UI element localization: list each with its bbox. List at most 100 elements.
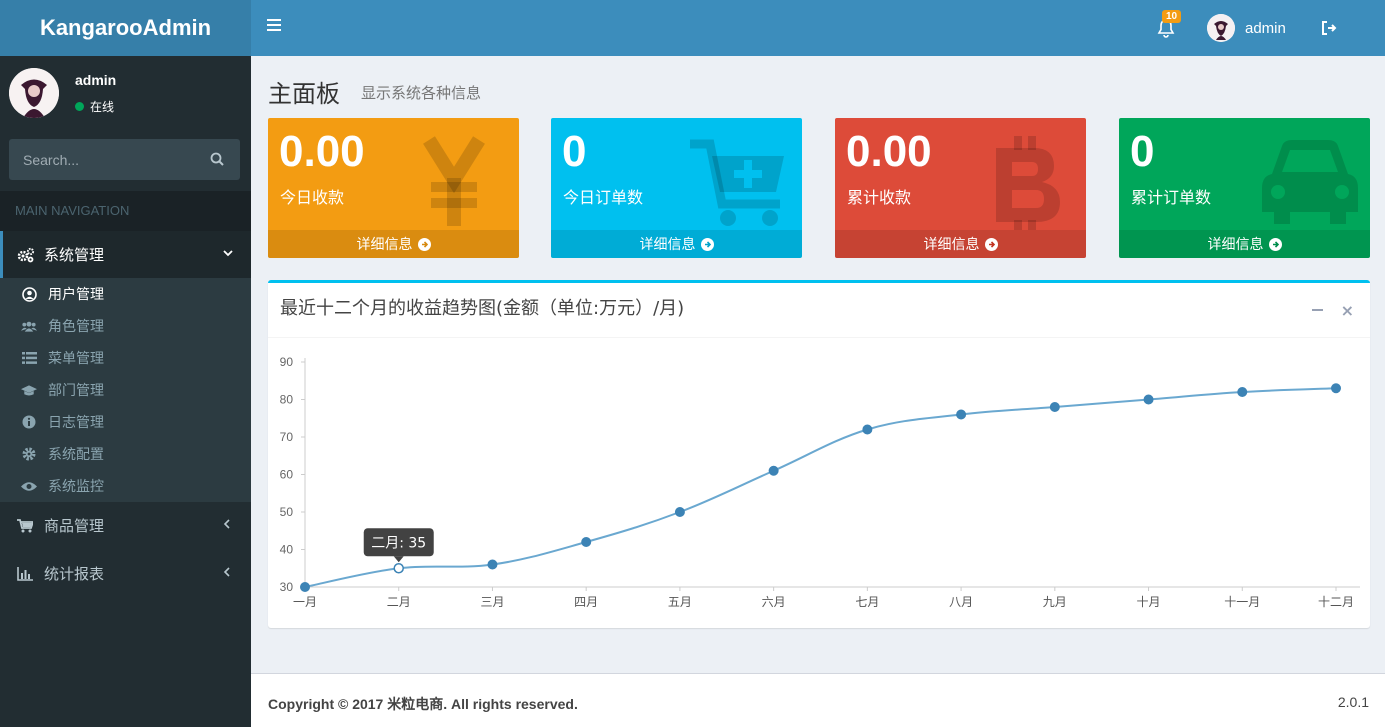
sidebar: admin 在线 MAIN NAVIGATION 系统管理 用户管理 角色管理 …	[0, 56, 251, 727]
sidebar-item-label: 部门管理	[48, 383, 104, 399]
tooltip-text: 二月: 35	[371, 535, 426, 551]
sidebar-item-roles[interactable]: 角色管理	[0, 310, 251, 342]
more-info-link[interactable]: 详细信息	[268, 230, 519, 258]
page-subtitle: 显示系统各种信息	[361, 84, 482, 102]
avatar	[9, 68, 59, 118]
stat-value: 0	[1130, 127, 1155, 176]
data-point[interactable]	[581, 537, 592, 547]
sidebar-item-departments[interactable]: 部门管理	[0, 374, 251, 406]
sidebar-item-label: 角色管理	[48, 319, 104, 335]
x-tick-label: 十月	[1137, 595, 1161, 609]
user-menu[interactable]: admin	[1207, 14, 1286, 42]
user-circle-icon	[21, 286, 37, 302]
sidebar-item-menus[interactable]: 菜单管理	[0, 342, 251, 374]
info-circle-icon	[22, 415, 36, 429]
bar-chart-icon	[17, 566, 33, 581]
cog-icon	[22, 447, 36, 461]
sidebar-item-logs[interactable]: 日志管理	[0, 406, 251, 438]
more-info-label: 详细信息	[356, 237, 413, 253]
arrow-circle-right-icon	[1268, 237, 1282, 251]
stat-box-total-income: 0.00 累计收款 详细信息	[835, 118, 1086, 258]
graduation-cap-icon	[21, 384, 37, 395]
sign-out-icon[interactable]	[1321, 20, 1337, 36]
search-icon[interactable]	[210, 152, 224, 166]
data-point[interactable]	[768, 465, 779, 476]
online-status: 在线	[75, 98, 114, 115]
x-tick-label: 十一月	[1224, 595, 1260, 609]
more-info-label: 详细信息	[1207, 237, 1264, 253]
data-point[interactable]	[1237, 387, 1248, 397]
data-point[interactable]	[393, 563, 404, 574]
sidebar-item-config[interactable]: 系统配置	[0, 438, 251, 470]
data-point[interactable]	[1331, 383, 1341, 394]
more-info-link[interactable]: 详细信息	[551, 230, 802, 258]
status-text: 在线	[90, 100, 115, 114]
series-line	[304, 387, 1337, 588]
chevron-left-icon	[223, 567, 230, 577]
page-title: 主面板	[268, 80, 340, 108]
sidebar-user-name: admin	[75, 72, 117, 88]
more-info-link[interactable]: 详细信息	[1119, 230, 1370, 258]
x-tick-label: 一月	[293, 595, 317, 609]
online-dot-icon	[75, 102, 84, 111]
data-point[interactable]	[300, 582, 310, 592]
users-icon	[21, 321, 37, 332]
bitcoin-icon	[996, 136, 1060, 230]
search-input[interactable]	[9, 151, 199, 168]
stat-label: 累计收款	[847, 188, 912, 207]
y-tick-label: 40	[280, 543, 294, 557]
x-tick-label: 五月	[668, 595, 692, 609]
notification-badge: 10	[1162, 10, 1182, 23]
stat-label: 累计订单数	[1131, 188, 1212, 207]
sidebar-item-label: 商品管理	[44, 517, 105, 535]
sidebar-item-label: 统计报表	[44, 565, 105, 583]
car-icon	[1262, 140, 1358, 224]
more-info-link[interactable]: 详细信息	[835, 230, 1086, 258]
data-point[interactable]	[674, 507, 685, 517]
arrow-circle-right-icon	[700, 237, 714, 251]
stat-value: 0.00	[279, 127, 365, 176]
version-text: 2.0.1	[1337, 694, 1369, 710]
sidebar-item-label: 系统配置	[48, 447, 104, 463]
list-icon	[21, 352, 37, 364]
sidebar-item-users[interactable]: 用户管理	[0, 278, 251, 310]
data-point[interactable]	[1049, 402, 1060, 412]
sidebar-item-label: 系统管理	[44, 246, 105, 264]
more-info-label: 详细信息	[639, 237, 696, 253]
stat-box-today-orders: 0 今日订单数 详细信息	[551, 118, 802, 258]
y-tick-label: 30	[280, 580, 294, 594]
copyright-text: Copyright © 2017 米粒电商. All rights reserv…	[268, 696, 578, 712]
sidebar-item-label: 日志管理	[48, 415, 104, 431]
x-tick-label: 六月	[762, 595, 786, 609]
cart-plus-icon	[690, 139, 784, 226]
eye-icon	[21, 481, 37, 491]
x-tick-label: 十二月	[1318, 595, 1354, 609]
x-tick-label: 三月	[480, 595, 504, 609]
sidebar-item-reports[interactable]: 统计报表	[0, 550, 251, 597]
chart-tooltip: 二月: 35	[363, 528, 434, 563]
data-point[interactable]	[862, 424, 873, 435]
sidebar-item-products[interactable]: 商品管理	[0, 502, 251, 549]
x-tick-label: 四月	[574, 595, 598, 609]
avatar	[1207, 14, 1235, 42]
more-info-label: 详细信息	[923, 237, 980, 253]
cogs-icon	[17, 247, 35, 262]
revenue-chart-panel: 最近十二个月的收益趋势图(金额（单位:万元）/月) × 30 40 50 60 70 80…	[268, 280, 1370, 628]
sidebar-item-label: 用户管理	[48, 287, 104, 303]
arrow-circle-right-icon	[417, 237, 431, 251]
revenue-line-chart: 30 40 50 60 70 80 90 一月 二月 三月 四月 五月 六月 七月 八月 九月 十月 十一月 十二月…	[280, 355, 1360, 609]
sidebar-search	[9, 139, 240, 180]
app-logo[interactable]: KangarooAdmin	[0, 0, 251, 56]
sidebar-item-label: 系统监控	[48, 479, 104, 495]
sidebar-item-system[interactable]: 系统管理	[0, 231, 251, 278]
data-point[interactable]	[1143, 394, 1154, 405]
y-tick-label: 90	[280, 355, 294, 369]
menu-toggle-icon[interactable]	[267, 19, 281, 37]
data-point[interactable]	[487, 559, 498, 570]
cart-icon	[17, 518, 33, 532]
stat-value: 0	[562, 127, 587, 176]
y-tick-label: 50	[280, 505, 294, 519]
sidebar-item-monitor[interactable]: 系统监控	[0, 470, 251, 502]
data-point[interactable]	[956, 409, 967, 420]
chevron-left-icon	[223, 519, 230, 529]
